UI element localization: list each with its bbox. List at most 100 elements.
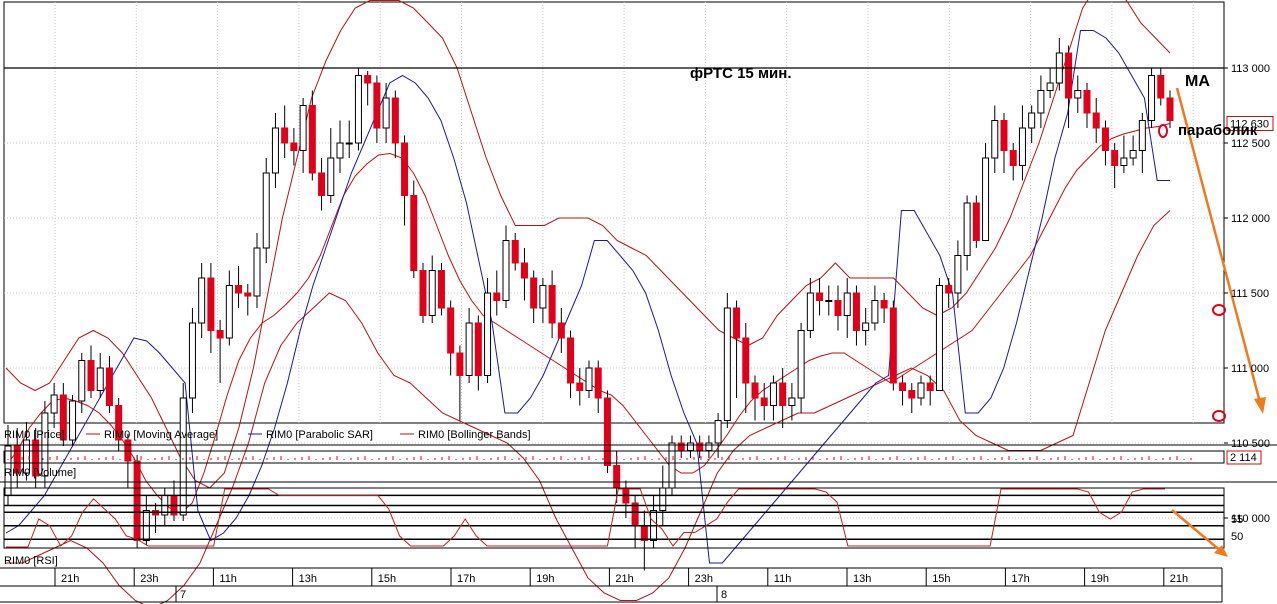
candle-body	[225, 285, 233, 339]
candle-body	[843, 292, 851, 316]
candle	[262, 158, 270, 263]
candle	[1083, 83, 1091, 128]
candle-body	[50, 394, 58, 414]
hour-label: 23h	[695, 573, 713, 585]
candle	[428, 255, 436, 323]
candle-body	[253, 247, 261, 297]
candle	[603, 390, 611, 473]
candle-body	[133, 460, 141, 541]
candle	[105, 356, 113, 413]
candle	[751, 375, 759, 421]
candle	[345, 120, 353, 158]
candle-body	[382, 97, 390, 129]
candle-body	[474, 322, 482, 376]
candle-body	[991, 120, 999, 159]
day-label: 7	[180, 589, 186, 601]
candle	[806, 278, 814, 338]
candle	[1046, 68, 1054, 98]
candle-body	[1138, 120, 1146, 151]
sar-marker-circle	[1158, 124, 1168, 138]
candle	[502, 225, 510, 308]
candle-body	[788, 397, 796, 406]
candle-body	[585, 367, 593, 391]
candle	[69, 395, 77, 446]
hour-label: 21h	[61, 573, 79, 585]
candle	[640, 510, 648, 571]
candle-body	[733, 307, 741, 339]
hour-label: 21h	[1170, 573, 1188, 585]
candle-body	[806, 292, 814, 331]
candle	[133, 455, 141, 548]
candle	[530, 270, 538, 323]
candle	[299, 98, 307, 173]
candle-body	[742, 337, 750, 384]
candle-body	[557, 322, 565, 339]
candle-body	[760, 397, 768, 406]
candle-body	[797, 330, 805, 399]
candle	[935, 278, 943, 391]
chart-title: фРТС 15 мин.	[690, 65, 792, 82]
candle	[235, 266, 243, 308]
candle	[899, 375, 907, 406]
candle	[945, 278, 953, 308]
candle-body	[899, 382, 907, 391]
candle	[1009, 143, 1017, 181]
hour-label: 13h	[853, 573, 871, 585]
legend-entry: RIM0 [Bollinger Bands]	[418, 429, 531, 441]
ytick-label: 111 000	[1231, 363, 1269, 375]
candle-body	[594, 367, 602, 399]
candle	[705, 435, 713, 458]
candle-body	[576, 382, 584, 391]
candle-body	[1129, 150, 1137, 159]
candle	[1157, 68, 1165, 106]
candle-body	[244, 292, 252, 297]
candle-body	[954, 255, 962, 294]
candle	[1111, 143, 1119, 188]
candle	[1018, 105, 1026, 181]
candle-body	[530, 277, 538, 309]
volume-legend: RIM0 [Volume]	[4, 467, 76, 479]
candle-body	[235, 285, 243, 294]
candle-body	[87, 360, 95, 391]
forecast-arrow-head	[1254, 397, 1266, 414]
rsi-forecast-arrow	[1171, 509, 1223, 553]
candle-body	[354, 75, 362, 144]
candle-body	[511, 240, 519, 264]
candle	[1148, 68, 1156, 128]
candle	[834, 285, 842, 331]
candle	[880, 293, 888, 323]
candle	[281, 105, 289, 158]
candle-body	[917, 382, 925, 399]
candle-body	[1065, 52, 1073, 99]
candle-body	[1111, 150, 1119, 166]
hour-label: 17h	[457, 573, 475, 585]
candle-body	[1092, 112, 1100, 129]
hour-label: 15h	[378, 573, 396, 585]
hour-label: 11h	[774, 573, 792, 585]
candle-body	[1157, 75, 1165, 99]
candle-body	[1148, 75, 1156, 121]
candle-body	[871, 300, 879, 324]
candle	[382, 83, 390, 143]
candle	[862, 308, 870, 346]
candle	[244, 284, 252, 316]
candle	[557, 308, 565, 353]
legend-entry: RIM0 [Parabolic SAR]	[266, 429, 373, 441]
candle-body	[373, 82, 381, 129]
candle-body	[963, 202, 971, 256]
candle-body	[567, 337, 575, 384]
candle-body	[972, 202, 980, 241]
candle	[474, 315, 482, 391]
ma-annotation: МА	[1185, 73, 1210, 90]
candle	[576, 368, 584, 406]
candle	[982, 143, 990, 241]
candle-body	[484, 292, 492, 376]
candle-body	[179, 397, 187, 516]
candle	[447, 300, 455, 376]
candle-body	[714, 420, 722, 444]
hour-label: 19h	[1091, 573, 1109, 585]
candle-body	[862, 322, 870, 331]
volume-last-value: 2 114	[1230, 452, 1257, 464]
candle	[548, 270, 556, 338]
candle	[677, 435, 685, 458]
